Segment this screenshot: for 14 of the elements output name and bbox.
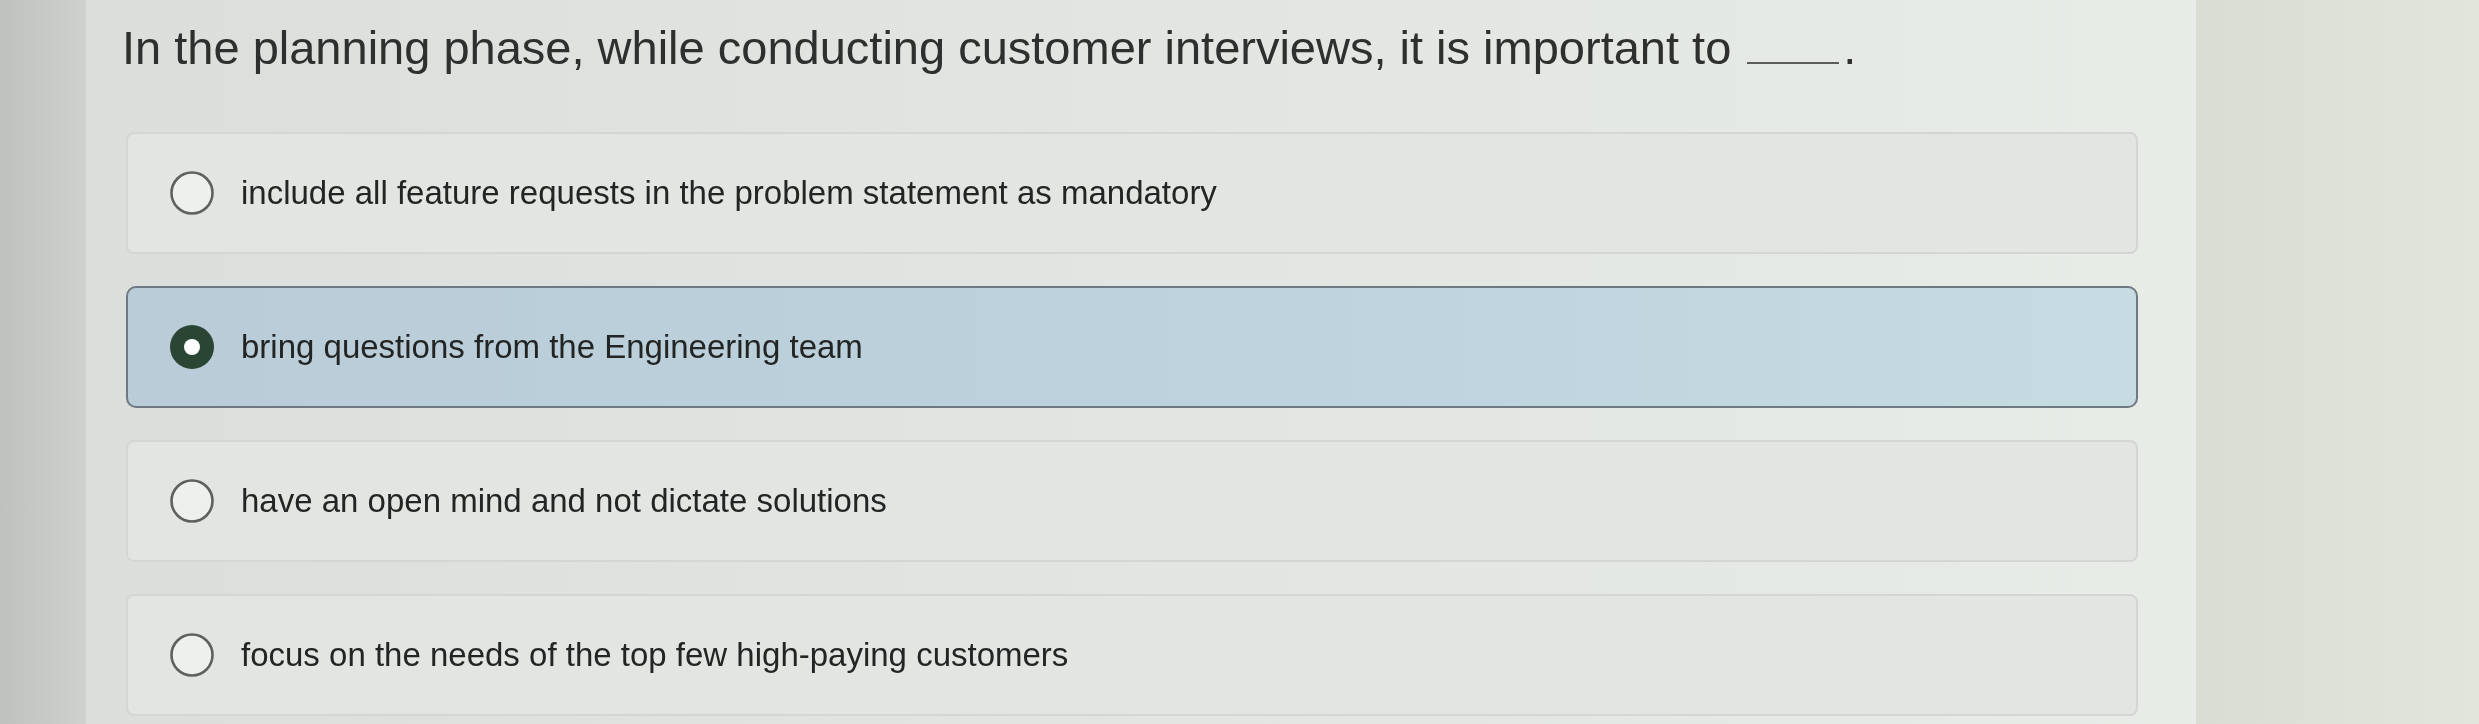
option-text: bring questions from the Engineering team [241, 327, 863, 367]
answer-option[interactable]: have an open mind and not dictate solutions [126, 440, 2138, 562]
option-text: include all feature requests in the problem statement as mandatory [241, 173, 1217, 213]
question-text: In the planning phase, while conducting customer interviews, it is important to [122, 20, 1732, 76]
sentence-period: . [1843, 20, 1857, 76]
radio-button[interactable] [170, 633, 214, 677]
option-text: focus on the needs of the top few high-paying customers [241, 635, 1069, 675]
answer-option[interactable]: focus on the needs of the top few high-paying customers [126, 594, 2138, 716]
radio-button[interactable] [170, 325, 214, 369]
option-text: have an open mind and not dictate solutions [241, 481, 887, 521]
radio-button[interactable] [170, 479, 214, 523]
answer-option[interactable]: include all feature requests in the problem statement as mandatory [126, 132, 2138, 254]
radio-button[interactable] [170, 171, 214, 215]
answer-option[interactable]: bring questions from the Engineering team [126, 286, 2138, 408]
